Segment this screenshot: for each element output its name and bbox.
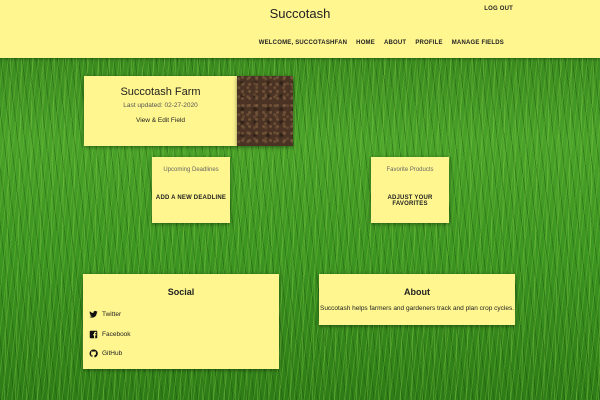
nav-home-link[interactable]: HOME bbox=[356, 40, 375, 46]
adjust-favorites-button[interactable]: ADJUST YOUR FAVORITES bbox=[371, 195, 449, 207]
top-navbar: Succotash LOG OUT WELCOME, SUCCOTASHFAN … bbox=[0, 0, 600, 58]
welcome-text: WELCOME, SUCCOTASHFAN bbox=[258, 40, 348, 46]
social-link-github[interactable]: GitHub bbox=[89, 344, 279, 364]
add-deadline-button[interactable]: ADD A NEW DEADLINE bbox=[156, 195, 226, 201]
deadlines-card: Upcoming Deadlines ADD A NEW DEADLINE bbox=[152, 157, 230, 223]
social-label-github: GitHub bbox=[102, 350, 123, 358]
social-label-facebook: Facebook bbox=[102, 330, 131, 338]
social-label-twitter: Twitter bbox=[102, 311, 122, 319]
social-list: Twitter Facebook GitHub bbox=[83, 305, 279, 364]
social-card: Social Twitter Facebook GitHub bbox=[83, 274, 279, 369]
favorites-title: Favorite Products bbox=[386, 167, 434, 173]
facebook-icon bbox=[89, 330, 98, 338]
social-title: Social bbox=[167, 287, 195, 297]
nav-profile-link[interactable]: PROFILE bbox=[415, 40, 442, 46]
favorites-card: Favorite Products ADJUST YOUR FAVORITES bbox=[371, 157, 449, 223]
main-nav: WELCOME, SUCCOTASHFAN HOME ABOUT PROFILE… bbox=[259, 40, 504, 46]
nav-manage-fields-link[interactable]: MANAGE FIELDS bbox=[452, 40, 504, 46]
farm-card: Succotash Farm Last updated: 02-27-2020 … bbox=[84, 76, 237, 146]
about-card: About Succotash helps farmers and garden… bbox=[319, 274, 515, 325]
logout-link[interactable]: LOG OUT bbox=[484, 6, 513, 12]
about-text: Succotash helps farmers and gardeners tr… bbox=[319, 305, 515, 312]
farm-last-updated: Last updated: 02-27-2020 bbox=[123, 102, 198, 109]
about-title: About bbox=[404, 287, 430, 297]
social-link-facebook[interactable]: Facebook bbox=[89, 325, 279, 345]
farm-title: Succotash Farm bbox=[120, 86, 201, 98]
nav-about-link[interactable]: ABOUT bbox=[384, 40, 406, 46]
social-link-twitter[interactable]: Twitter bbox=[89, 305, 279, 325]
deadlines-title: Upcoming Deadlines bbox=[163, 167, 219, 173]
twitter-icon bbox=[89, 311, 98, 318]
field-soil-image bbox=[237, 76, 293, 146]
view-edit-field-link[interactable]: View & Edit Field bbox=[136, 117, 185, 124]
github-icon bbox=[89, 349, 98, 358]
